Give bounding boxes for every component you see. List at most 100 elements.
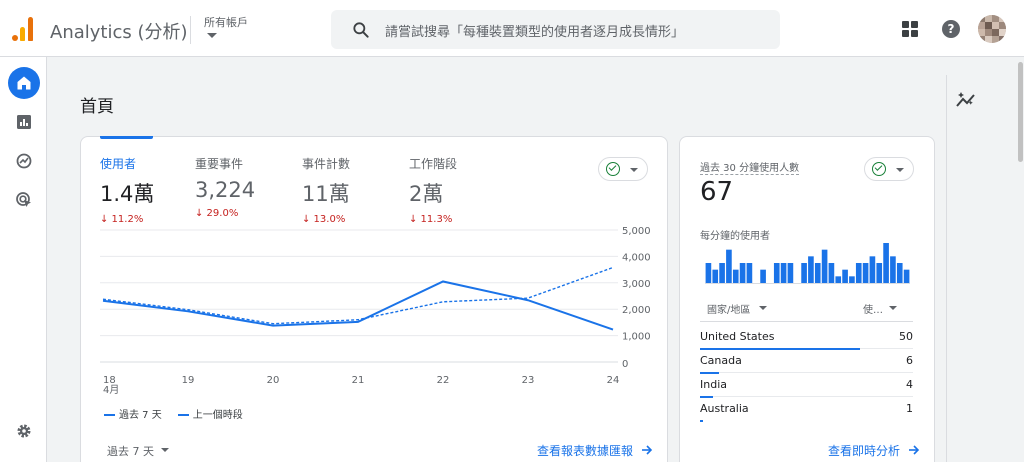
y-tick-label: 2,000 [622,305,651,316]
side-navigation [0,57,47,462]
minute-bar [739,263,746,283]
minute-bar [849,276,855,283]
x-tick-label: 23 [522,375,535,386]
legend-current: 過去 7 天 [119,410,162,421]
country-share-bar [700,396,713,398]
country-name: United States [700,330,775,343]
minute-bar [890,256,896,283]
minute-bar [773,263,780,283]
metric-change: ↓ 29.0% [195,208,239,219]
series-previous-line [102,266,614,325]
country-name: Australia [700,402,749,415]
account-caret-icon[interactable] [207,33,217,38]
metric-value: 1.4萬 [100,182,155,206]
metric-label: 事件計數 [302,157,351,171]
y-tick-label: 5,000 [622,226,651,237]
rail-divider [946,75,947,462]
minute-bar [835,276,842,283]
nav-reports-button[interactable] [8,106,40,138]
chevron-down-icon [630,168,638,172]
minute-bar [896,263,903,283]
nav-admin-button[interactable] [8,415,40,447]
minute-bar [787,263,794,283]
x-tick-label: 20 [267,375,280,386]
minute-bar [828,263,835,283]
date-range-caret-icon[interactable] [161,448,169,452]
country-name: India [700,378,727,391]
country-users: 1 [906,402,913,415]
minute-bar [801,263,807,283]
target-cursor-icon [16,192,31,207]
series-current-line [102,280,614,331]
analytics-logo-icon[interactable] [12,17,34,41]
avatar[interactable] [978,15,1006,43]
realtime-quality-button[interactable] [864,157,914,181]
minute-bar [814,263,821,283]
view-reports-link[interactable]: 查看報表數據匯報 [537,442,633,459]
gear-icon [17,424,31,438]
users-column-header[interactable]: 使… [863,301,883,316]
minute-bar [883,243,889,283]
minute-bar [862,263,869,283]
metric-tab-event-count[interactable]: 事件計數 11萬 ↓ 13.0% [302,155,350,225]
arrow-right-icon[interactable] [908,444,920,456]
x-tick-label: 19 [182,375,195,386]
metric-tab-sessions[interactable]: 工作階段 2萬 ↓ 11.3% [409,155,457,225]
search-placeholder[interactable]: 請嘗試搜尋「每種裝置類型的使用者逐月成長情形」 [385,21,684,40]
minute-bar [855,263,862,283]
data-quality-button[interactable] [598,157,648,181]
nav-home-button[interactable] [8,67,40,99]
minute-bar [821,249,828,283]
metric-tab-users[interactable]: 使用者 1.4萬 ↓ 11.2% [100,155,154,225]
account-selector[interactable]: 所有帳戶 [204,14,248,30]
users-sort-caret-icon[interactable] [889,306,897,310]
x-month-label: 4月 [103,384,119,396]
country-share-bar [700,348,860,350]
per-minute-bar-chart [705,243,910,284]
y-tick-label: 1,000 [622,332,651,343]
search-bar[interactable]: 請嘗試搜尋「每種裝置類型的使用者逐月成長情形」 [331,10,780,49]
country-users: 50 [899,330,913,343]
page-title: 首頁 [80,97,114,117]
insights-icon[interactable] [955,91,977,109]
legend-solid-swatch [104,414,115,416]
header-divider [190,16,191,44]
arrow-right-icon[interactable] [641,444,653,456]
nav-advertising-button[interactable] [8,184,40,216]
x-tick-label: 24 [607,375,620,386]
metric-label: 使用者 [100,157,137,171]
x-tick-label: 22 [437,375,450,386]
scrollbar-thumb[interactable] [1018,62,1023,162]
top-app-bar: Analytics (分析) 所有帳戶 請嘗試搜尋「每種裝置類型的使用者逐月成長… [0,0,1024,57]
minute-bar [705,263,712,283]
country-column-header[interactable]: 國家/地區 [707,301,750,316]
minute-bar [876,263,883,283]
legend-previous: 上一個時段 [192,410,243,421]
bar-chart-icon [17,115,31,129]
y-tick-label: 4,000 [622,252,651,263]
minute-bar [808,256,814,283]
x-tick-label: 21 [352,375,365,386]
minute-bar [869,256,876,283]
country-sort-caret-icon[interactable] [759,306,767,310]
date-range-selector[interactable]: 過去 7 天 [107,443,154,459]
nav-explore-button[interactable] [8,145,40,177]
country-share-bar [700,372,719,374]
metric-tab-key-events[interactable]: 重要事件 3,224 ↓ 29.0% [195,155,255,219]
y-tick-label: 3,000 [622,279,651,290]
metric-label: 重要事件 [195,157,244,171]
home-icon [17,76,31,90]
metric-value: 2萬 [409,182,444,206]
realtime-users-value: 67 [700,177,734,207]
minute-bar [903,269,910,283]
view-realtime-link[interactable]: 查看即時分析 [828,442,900,459]
users-line-chart: 5,0004,0003,0002,0001,000018 19 20 21 22 23 24… [100,226,651,396]
country-share-bar [700,420,703,422]
minute-bar [732,269,739,283]
apps-grid-icon[interactable] [902,21,918,37]
minute-bar [719,263,725,283]
app-title[interactable]: Analytics (分析) [50,18,188,44]
minute-bar [746,263,753,283]
help-icon[interactable]: ? [942,20,960,38]
minute-bar [842,269,848,283]
